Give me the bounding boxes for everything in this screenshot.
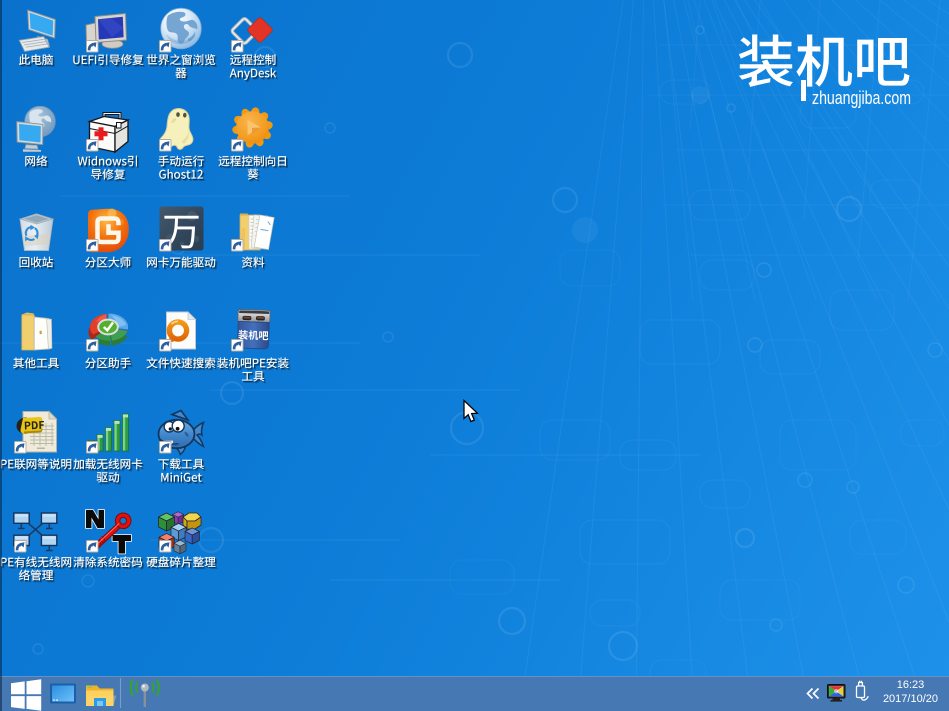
svg-text:zhuangjiba.com: zhuangjiba.com bbox=[812, 88, 911, 108]
